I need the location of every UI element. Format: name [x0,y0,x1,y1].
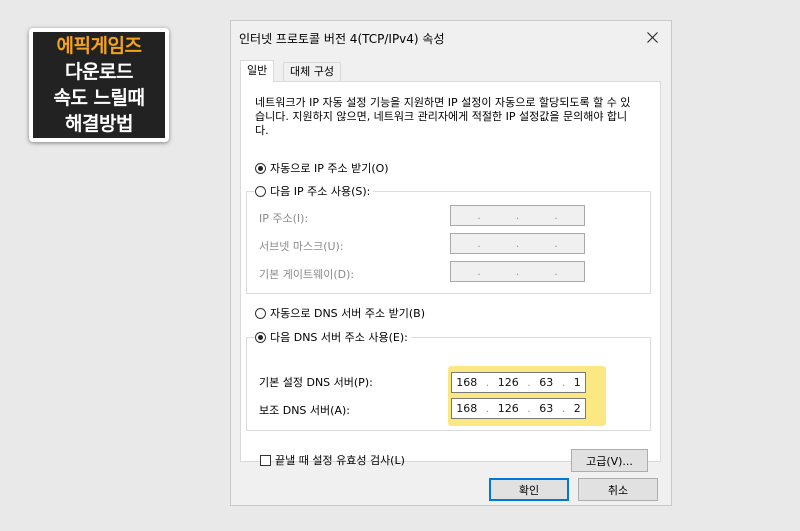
badge-line-4: 해결방법 [65,113,133,135]
radio-selected-dot [258,165,263,171]
checkbox-box [260,454,271,466]
radio-auto-dns[interactable]: 자동으로 DNS 서버 주소 받기(B) [255,305,428,321]
radio-manual-ip[interactable]: 다음 IP 주소 사용(S): [255,183,374,199]
radio-circle-manual-dns [255,331,266,343]
tab-panel-general: 네트워크가 IP 자동 설정 기능을 지원하면 IP 설정이 자동으로 할당되도… [240,81,661,472]
radio-auto-dns-label: 자동으로 DNS 서버 주소 받기(B) [270,307,425,320]
badge-line-3: 속도 느릴때 [53,87,145,109]
default-gateway-field: . . . [450,261,585,282]
dns-octet: 126 [497,376,519,389]
tab-alternate-config[interactable]: 대체 구성 [283,62,341,81]
dns-octet: 126 [497,402,519,415]
alternate-dns-field[interactable]: 168. 126. 63. 2 [451,398,586,419]
badge-line-1: 에픽게임즈 [56,35,142,57]
subnet-mask-label: 서브넷 마스크(U): [259,240,344,253]
radio-auto-ip-label: 자동으로 IP 주소 받기(O) [270,162,389,175]
radio-manual-ip-label: 다음 IP 주소 사용(S): [270,185,371,198]
close-button[interactable] [639,25,665,49]
validate-settings-checkbox[interactable]: 끝낼 때 설정 유효성 검사(L) [260,452,405,468]
dns-octet: 1 [573,376,581,389]
radio-auto-ip[interactable]: 자동으로 IP 주소 받기(O) [255,160,392,176]
title-bar[interactable]: 인터넷 프로토콜 버전 4(TCP/IPv4) 속성 [231,21,671,53]
cancel-button[interactable]: 취소 [578,478,658,501]
radio-circle-auto-dns [255,307,266,319]
ok-button[interactable]: 확인 [489,478,569,501]
subnet-mask-field: . . . [450,233,585,254]
tab-general[interactable]: 일반 [240,60,275,82]
radio-manual-dns[interactable]: 다음 DNS 서버 주소 사용(E): [255,329,411,345]
radio-circle-auto-ip [255,162,266,174]
ip-address-label: IP 주소(I): [259,212,309,225]
close-icon [646,31,658,43]
badge-line-2: 다운로드 [65,61,133,83]
radio-manual-dns-label: 다음 DNS 서버 주소 사용(E): [270,331,408,344]
radio-selected-dot [258,334,263,340]
description-text: 네트워크가 IP 자동 설정 기능을 지원하면 IP 설정이 자동으로 할당되도… [255,96,631,137]
title-badge-inner: 에픽게임즈 다운로드 속도 느릴때 해결방법 [33,32,165,138]
radio-circle-manual-ip [255,185,266,197]
advanced-button[interactable]: 고급(V)... [571,449,648,472]
dns-octet: 63 [539,376,554,389]
ipv4-properties-dialog: 인터넷 프로토콜 버전 4(TCP/IPv4) 속성 일반 대체 구성 네트워크… [230,20,672,506]
preferred-dns-label: 기본 설정 DNS 서버(P): [259,376,373,389]
dns-octet: 168 [456,376,478,389]
dialog-title: 인터넷 프로토콜 버전 4(TCP/IPv4) 속성 [239,32,445,46]
title-badge: 에픽게임즈 다운로드 속도 느릴때 해결방법 [29,28,169,142]
validate-settings-label: 끝낼 때 설정 유효성 검사(L) [275,454,405,467]
default-gateway-label: 기본 게이트웨이(D): [259,268,355,281]
preferred-dns-field[interactable]: 168. 126. 63. 1 [451,372,586,393]
ip-address-field: . . . [450,205,585,226]
dns-octet: 2 [573,402,581,415]
dns-octet: 168 [456,402,478,415]
dns-octet: 63 [539,402,554,415]
alternate-dns-label: 보조 DNS 서버(A): [259,404,350,417]
